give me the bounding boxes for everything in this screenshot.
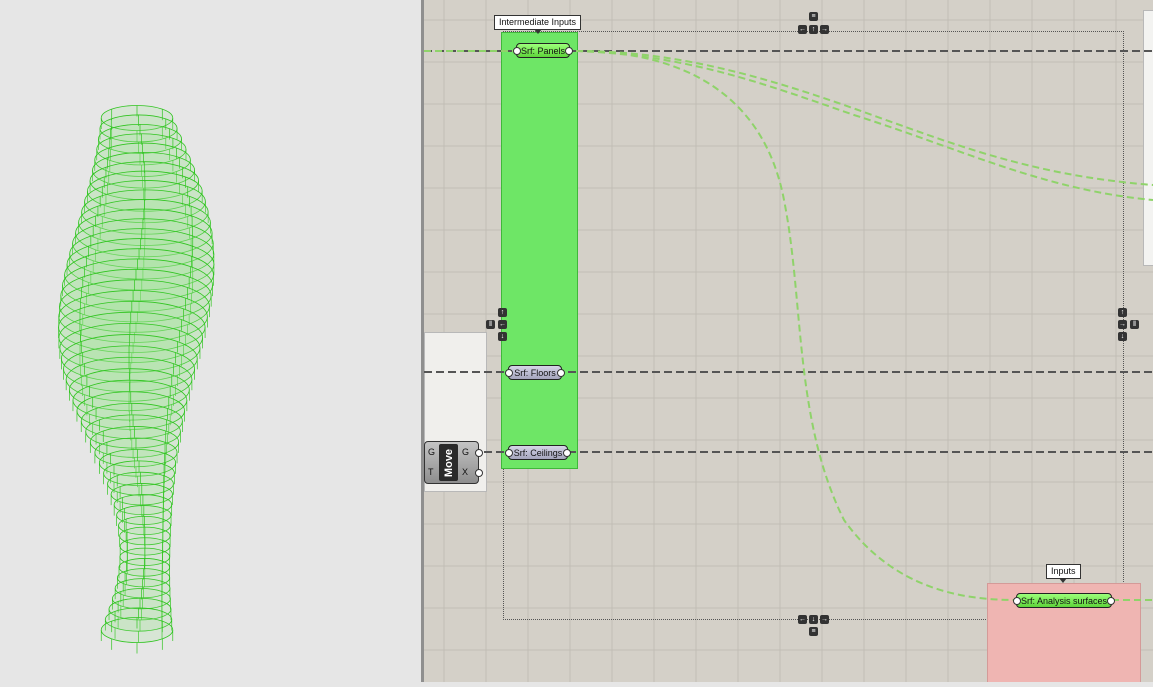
arrow-right-icon[interactable]: →: [1118, 320, 1127, 329]
move-input-t[interactable]: T: [428, 467, 434, 477]
move-input-g[interactable]: G: [428, 447, 435, 457]
arrow-up-icon[interactable]: ↑: [1118, 308, 1127, 317]
srf-floors-param[interactable]: Srf: Floors: [505, 365, 565, 380]
move-component[interactable]: G T Move G X: [424, 441, 483, 484]
move-output-g[interactable]: G: [462, 447, 469, 457]
arrow-right-icon[interactable]: →: [820, 615, 829, 624]
arrow-left-icon[interactable]: ←: [798, 615, 807, 624]
srf-floors-label: Srf: Floors: [514, 368, 556, 378]
input-grip[interactable]: [513, 47, 521, 55]
wire-layer: [424, 50, 1153, 601]
wire: [575, 50, 1017, 601]
left-edge-controls[interactable]: ↑ ⦀ ← ↓: [486, 308, 516, 344]
inputs-label: Inputs: [1046, 564, 1081, 583]
srf-analysis-label: Srf: Analysis surfaces: [1020, 596, 1108, 606]
srf-ceilings-param[interactable]: Srf: Ceilings: [505, 445, 571, 460]
output-grip[interactable]: [1107, 597, 1115, 605]
bottom-edge-controls[interactable]: ← ↓ → ≡: [796, 614, 832, 638]
move-output-x[interactable]: X: [462, 467, 468, 477]
arrow-down-icon[interactable]: ↓: [809, 615, 818, 624]
output-grip[interactable]: [557, 369, 565, 377]
srf-ceilings-label: Srf: Ceilings: [513, 448, 563, 458]
arrow-left-icon[interactable]: ←: [498, 320, 507, 329]
input-grip[interactable]: [505, 449, 513, 457]
input-grip[interactable]: [1013, 597, 1021, 605]
output-grip[interactable]: [565, 47, 573, 55]
srf-panels-label: Srf: Panels: [520, 46, 566, 56]
arrow-up-icon[interactable]: ↑: [498, 308, 507, 317]
arrow-down-icon[interactable]: ↓: [498, 332, 507, 341]
output-grip[interactable]: [475, 469, 483, 477]
grip-icon[interactable]: ≡: [809, 12, 818, 21]
input-grip[interactable]: [505, 369, 513, 377]
grasshopper-canvas[interactable]: Intermediate Inputs Inputs Srf: Panels S…: [424, 0, 1153, 682]
grip-icon[interactable]: ≡: [809, 627, 818, 636]
arrow-right-icon[interactable]: →: [820, 25, 829, 34]
3d-viewport[interactable]: [0, 0, 421, 682]
srf-analysis-surfaces-param[interactable]: Srf: Analysis surfaces: [1013, 593, 1115, 608]
arrow-down-icon[interactable]: ↓: [1118, 332, 1127, 341]
output-grip[interactable]: [563, 449, 571, 457]
arrow-left-icon[interactable]: ←: [798, 25, 807, 34]
wireframe-mesh: [58, 105, 215, 654]
grip-icon[interactable]: ⦀: [1130, 320, 1139, 329]
output-grip[interactable]: [475, 449, 483, 457]
srf-panels-param[interactable]: Srf: Panels: [513, 43, 573, 58]
grip-icon[interactable]: ⦀: [486, 320, 495, 329]
arrow-up-icon[interactable]: ↑: [809, 25, 818, 34]
intermediate-inputs-label: Intermediate Inputs: [494, 15, 582, 34]
move-title: Move: [439, 444, 458, 481]
wire: [575, 50, 1153, 201]
top-edge-controls[interactable]: ≡ ← ↑ →: [796, 12, 832, 36]
right-edge-controls[interactable]: ↑ → ⦀ ↓: [1118, 308, 1148, 344]
